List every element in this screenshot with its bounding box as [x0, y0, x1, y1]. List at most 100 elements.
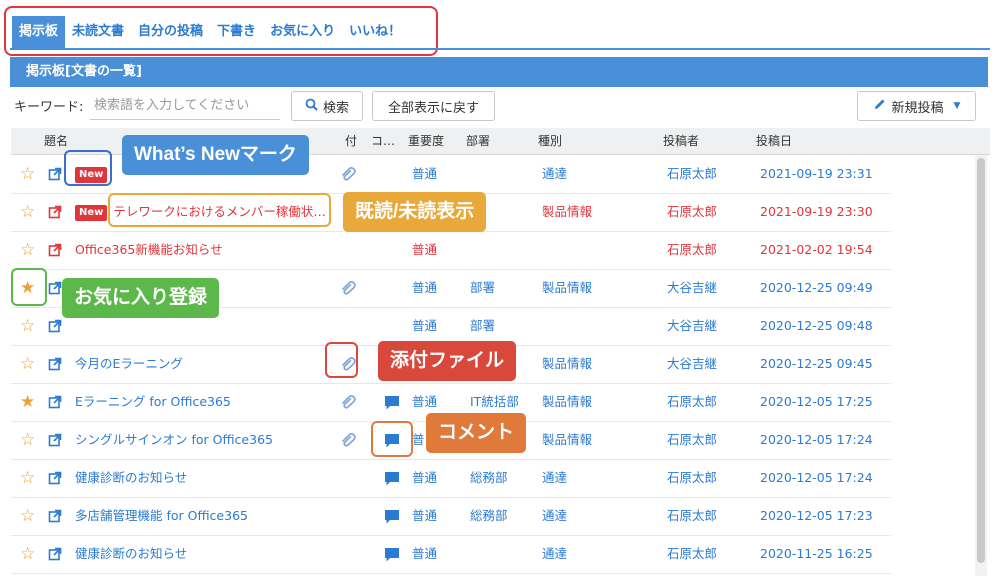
date-cell: 2021-09-19 23:31: [760, 166, 873, 181]
doc-title[interactable]: 健康診断のお知らせ: [75, 470, 187, 485]
new-post-button[interactable]: 新規投稿 ▼: [857, 91, 976, 121]
date-cell: 2020-12-05 17:24: [760, 470, 873, 485]
date-cell: 2021-09-19 23:30: [760, 204, 873, 219]
poster-cell[interactable]: 石原太郎: [667, 421, 747, 459]
tab-underline: [10, 48, 990, 50]
comment-icon[interactable]: [383, 508, 401, 526]
favorite-star-icon[interactable]: ☆: [20, 155, 35, 193]
date-cell: 2020-12-25 09:49: [760, 280, 873, 295]
favorite-star-icon[interactable]: ☆: [20, 459, 35, 497]
search-button[interactable]: 検索: [291, 91, 363, 121]
poster-cell[interactable]: 石原太郎: [667, 497, 747, 535]
poster-cell[interactable]: 石原太郎: [667, 155, 747, 193]
department-cell: [470, 535, 535, 573]
open-external-icon[interactable]: [48, 281, 62, 295]
open-external-icon[interactable]: [48, 205, 62, 219]
open-external-icon[interactable]: [48, 243, 62, 257]
poster-cell[interactable]: 石原太郎: [667, 231, 747, 269]
col-date[interactable]: 投稿日: [756, 128, 792, 154]
table-row[interactable]: ☆ 健康診断のお知らせ 普通 総務部 通達 石原太郎 2020-12-05 17:24: [11, 459, 891, 498]
doc-title-cell[interactable]: 今月のEラーニング: [75, 345, 330, 383]
table-row[interactable]: ☆ 多店舗管理機能 for Office365 普通 総務部 通達 石原太郎 2020-12…: [11, 497, 891, 536]
tab-bar: 掲示板 未読文書 自分の投稿 下書き お気に入り いいね！: [12, 16, 408, 48]
tab-drafts[interactable]: 下書き: [210, 16, 263, 48]
doc-title[interactable]: 多店舗管理機能 for Office365: [75, 508, 248, 523]
scrollbar-thumb[interactable]: [977, 158, 985, 563]
open-external-icon[interactable]: [48, 547, 62, 561]
tab-bulletin-board[interactable]: 掲示板: [12, 16, 66, 48]
doc-title-cell[interactable]: シングルサインオン for Office365: [75, 421, 330, 459]
date-cell: 2020-12-05 17:23: [760, 508, 873, 523]
doc-title-cell[interactable]: 健康診断のお知らせ: [75, 535, 330, 573]
doc-title[interactable]: 今月のEラーニング: [75, 356, 183, 371]
comment-icon[interactable]: [383, 470, 401, 488]
doc-title[interactable]: Eラーニング for Office365: [75, 394, 231, 409]
open-external-icon[interactable]: [48, 167, 62, 181]
category-cell: 通達: [542, 470, 568, 485]
paperclip-icon[interactable]: [340, 394, 358, 410]
category-cell: 製品情報: [542, 356, 593, 371]
favorite-highlight: [11, 268, 47, 306]
poster-cell[interactable]: 石原太郎: [667, 459, 747, 497]
department-cell: 総務部: [470, 508, 508, 523]
open-external-icon[interactable]: [48, 471, 62, 485]
col-poster[interactable]: 投稿者: [663, 128, 699, 154]
favorite-star-icon[interactable]: ☆: [20, 535, 35, 573]
chevron-down-icon[interactable]: ▼: [954, 101, 961, 111]
open-external-icon[interactable]: [48, 433, 62, 447]
paperclip-icon[interactable]: [340, 432, 358, 448]
paperclip-icon[interactable]: [340, 280, 358, 296]
tab-favorites[interactable]: お気に入り: [263, 16, 342, 48]
doc-title[interactable]: 健康診断のお知らせ: [75, 546, 187, 561]
department-cell: 総務部: [470, 470, 508, 485]
col-department[interactable]: 部署: [466, 128, 490, 154]
favorite-star-icon[interactable]: ☆: [20, 193, 35, 231]
doc-title[interactable]: シングルサインオン for Office365: [75, 432, 273, 447]
poster-cell[interactable]: 大谷吉継: [667, 345, 747, 383]
doc-title-cell[interactable]: Office365新機能お知らせ: [75, 231, 330, 269]
col-title[interactable]: 題名: [44, 128, 68, 154]
poster-cell[interactable]: 大谷吉継: [667, 307, 747, 345]
open-external-icon[interactable]: [48, 509, 62, 523]
poster-cell[interactable]: 石原太郎: [667, 535, 747, 573]
new-mark-highlight: [64, 150, 112, 186]
date-cell: 2021-02-02 19:54: [760, 242, 873, 257]
poster-cell[interactable]: 石原太郎: [667, 383, 747, 421]
comment-icon[interactable]: [383, 546, 401, 564]
favorite-star-icon[interactable]: ☆: [20, 345, 35, 383]
favorite-star-icon[interactable]: ☆: [20, 307, 35, 345]
tab-my-posts[interactable]: 自分の投稿: [131, 16, 210, 48]
favorite-star-icon[interactable]: ☆: [20, 421, 35, 459]
table-row[interactable]: ☆ 健康診断のお知らせ 普通 通達 石原太郎 2020-11-25 16:25: [11, 535, 891, 574]
col-category[interactable]: 種別: [538, 128, 562, 154]
show-all-button[interactable]: 全部表示に戻す: [372, 91, 495, 121]
open-external-icon[interactable]: [48, 395, 62, 409]
comment-icon[interactable]: [383, 394, 401, 412]
open-external-icon[interactable]: [48, 319, 62, 333]
doc-title[interactable]: Office365新機能お知らせ: [75, 242, 223, 257]
tab-likes[interactable]: いいね！: [342, 16, 408, 48]
col-comment[interactable]: コ…: [371, 128, 403, 154]
attachment-highlight: [325, 342, 358, 378]
date-cell: 2020-12-25 09:48: [760, 318, 873, 333]
favorite-star-icon[interactable]: ☆: [20, 231, 35, 269]
doc-title-cell[interactable]: Eラーニング for Office365: [75, 383, 330, 421]
doc-title-cell[interactable]: 健康診断のお知らせ: [75, 459, 330, 497]
col-importance[interactable]: 重要度: [408, 128, 444, 154]
doc-title-cell[interactable]: 多店舗管理機能 for Office365: [75, 497, 330, 535]
keyword-label: キーワード:: [14, 100, 84, 115]
paperclip-icon[interactable]: [340, 166, 358, 182]
poster-cell[interactable]: 大谷吉継: [667, 269, 747, 307]
importance-cell: 普通: [412, 242, 438, 257]
keyword-search-input[interactable]: [90, 92, 280, 120]
open-external-icon[interactable]: [48, 357, 62, 371]
category-cell: 製品情報: [542, 394, 593, 409]
favorite-star-icon[interactable]: ★: [20, 383, 35, 421]
tab-unread-documents[interactable]: 未読文書: [65, 16, 131, 48]
col-attach[interactable]: 付: [345, 128, 357, 154]
table-row[interactable]: ☆ Office365新機能お知らせ 普通 石原太郎 2021-02-02 19:54: [11, 231, 891, 270]
poster-cell[interactable]: 石原太郎: [667, 193, 747, 231]
comment-highlight: [371, 421, 413, 457]
category-cell: [542, 307, 642, 345]
favorite-star-icon[interactable]: ☆: [20, 497, 35, 535]
